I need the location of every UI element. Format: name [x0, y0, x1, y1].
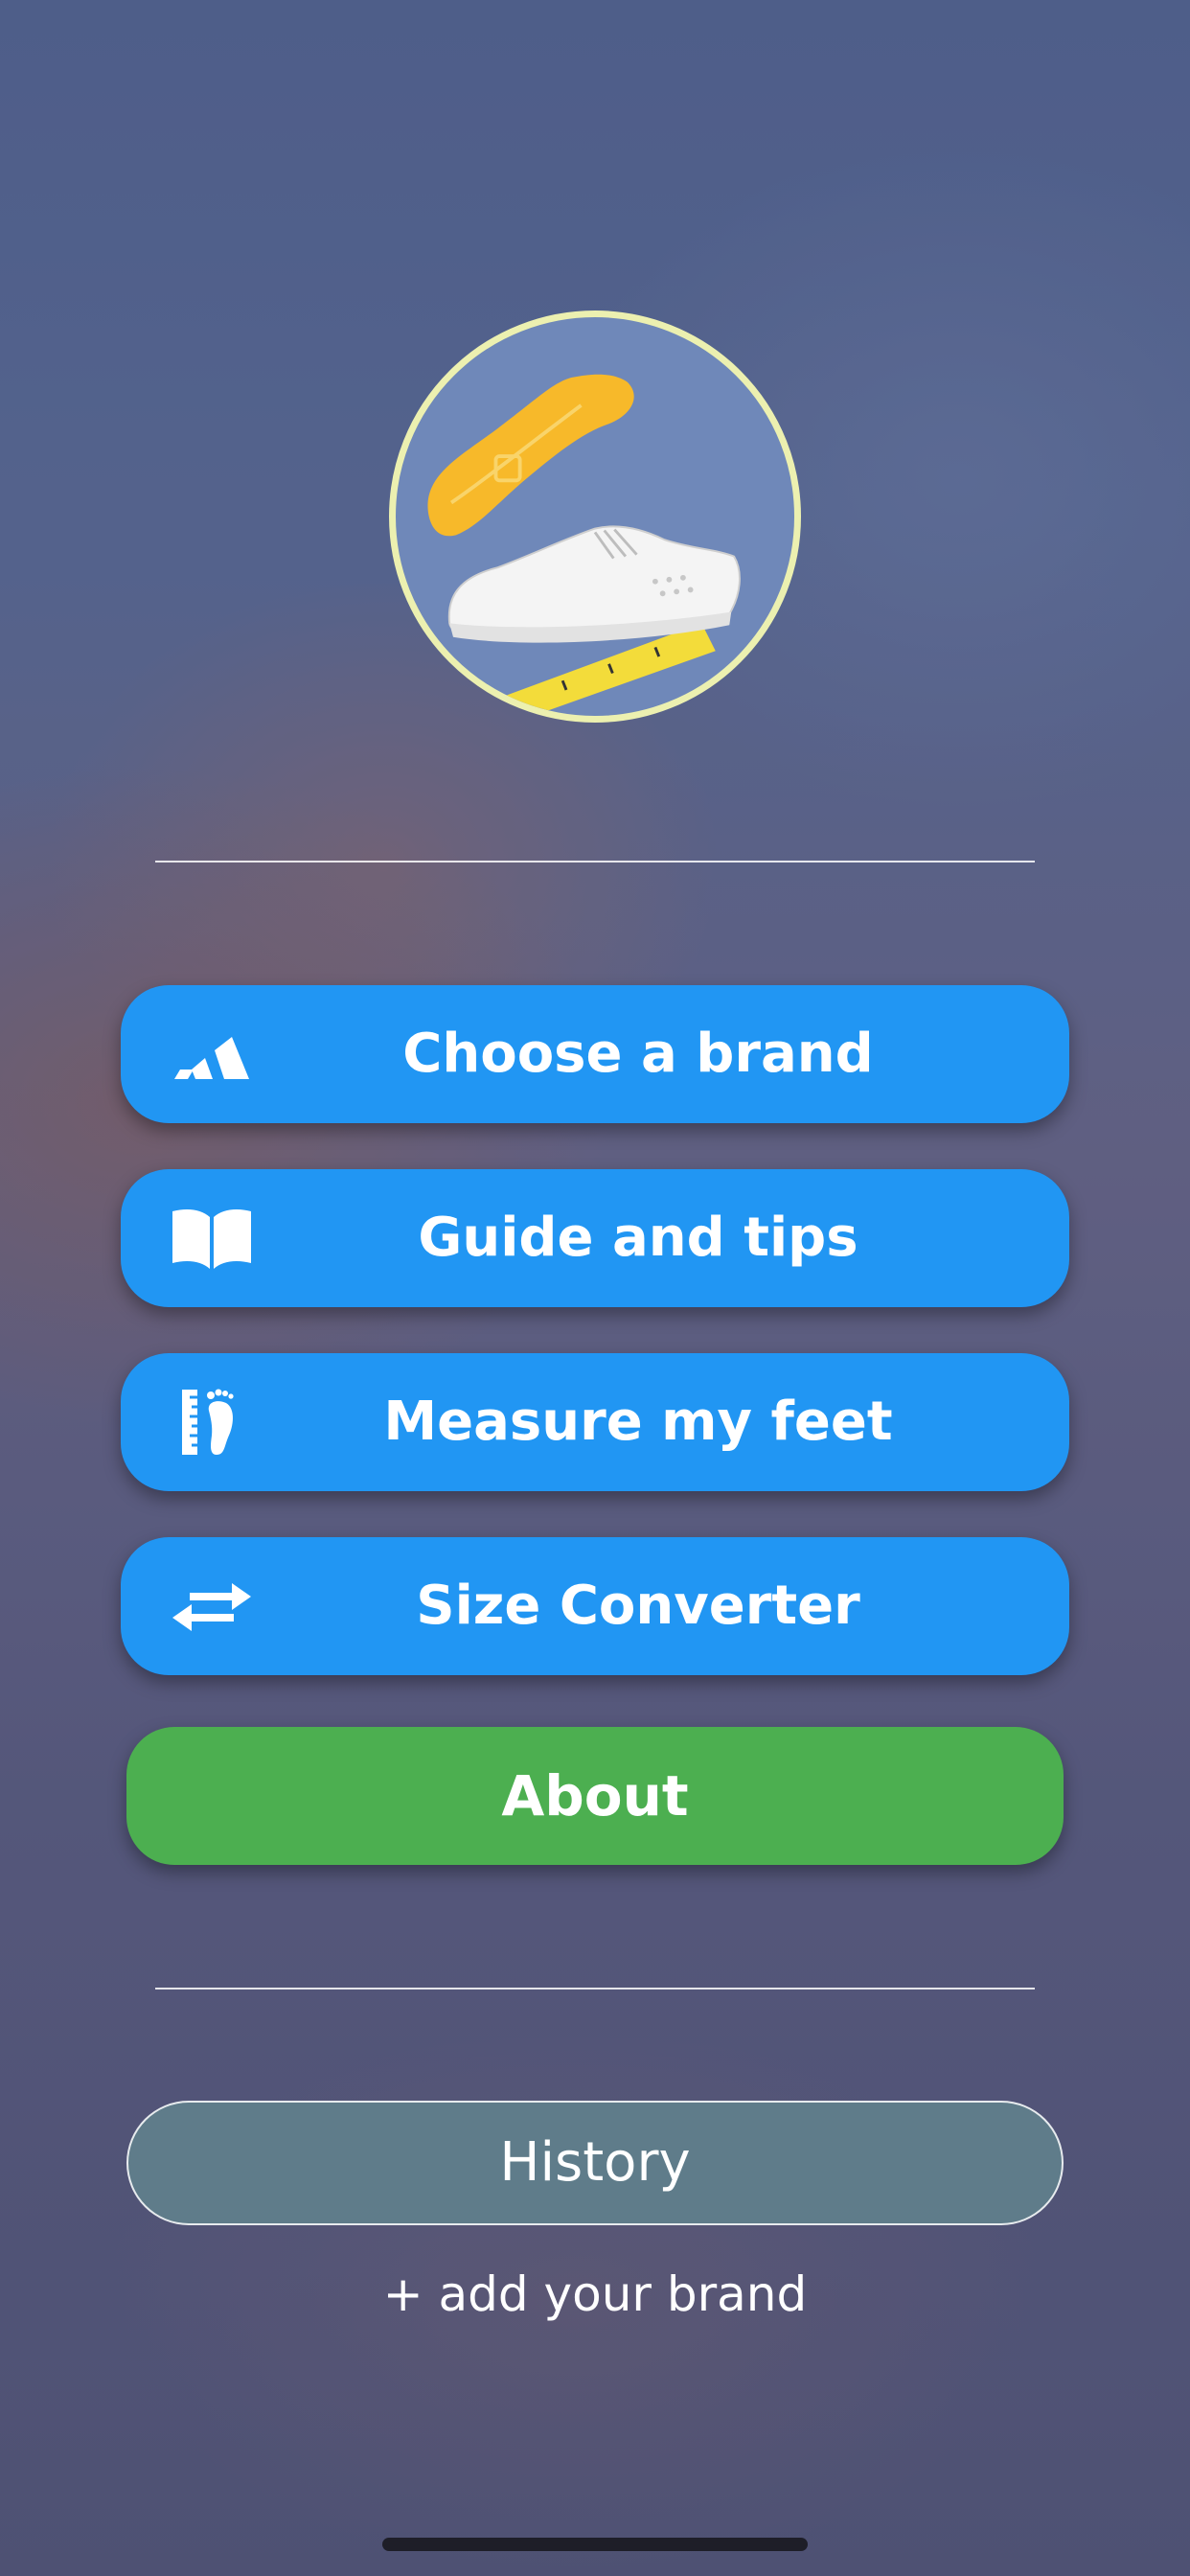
measure-feet-label: Measure my feet: [383, 1391, 893, 1453]
brand-stripes-icon: [169, 1020, 255, 1089]
choose-brand-label: Choose a brand: [402, 1023, 874, 1085]
guide-tips-button[interactable]: Guide and tips: [121, 1169, 1069, 1307]
choose-brand-button[interactable]: Choose a brand: [121, 985, 1069, 1123]
swap-arrows-icon: [169, 1572, 255, 1641]
guide-tips-label: Guide and tips: [418, 1207, 858, 1269]
size-converter-button[interactable]: Size Converter: [121, 1537, 1069, 1675]
about-button[interactable]: About: [126, 1727, 1064, 1865]
app-logo: [389, 310, 801, 723]
history-button[interactable]: History: [126, 2101, 1064, 2225]
size-converter-label: Size Converter: [416, 1575, 860, 1637]
measure-feet-button[interactable]: Measure my feet: [121, 1353, 1069, 1491]
open-book-icon: [169, 1204, 255, 1273]
ruler-foot-icon: [169, 1388, 255, 1457]
top-divider: [155, 861, 1035, 862]
bottom-divider: [155, 1988, 1035, 1990]
home-indicator: [382, 2538, 808, 2551]
add-brand-link[interactable]: + add your brand: [308, 2260, 882, 2329]
